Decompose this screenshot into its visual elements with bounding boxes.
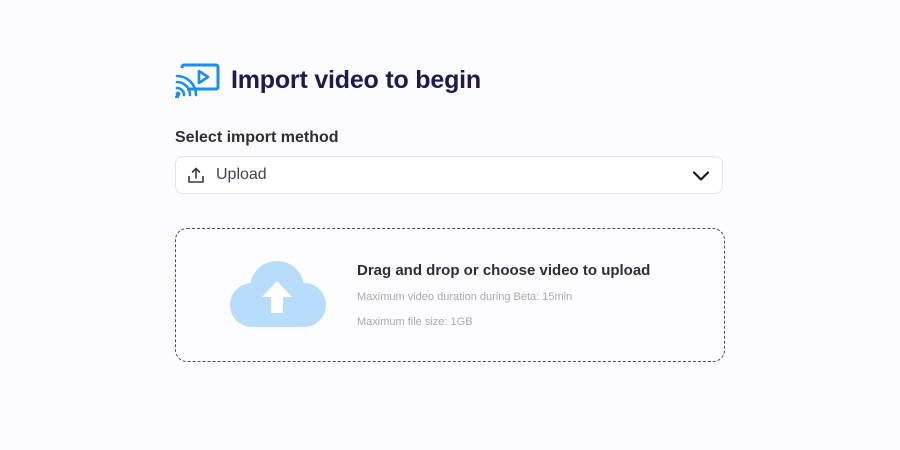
size-limit-note: Maximum file size: 1GB [357, 316, 473, 328]
dropzone-title: Drag and drop or choose video to upload [357, 262, 651, 279]
cast-video-icon [175, 63, 220, 98]
page-title: Import video to begin [231, 65, 481, 94]
upload-icon [188, 167, 204, 183]
chevron-down-icon [692, 171, 710, 181]
import-method-value: Upload [216, 166, 267, 183]
video-dropzone[interactable]: Drag and drop or choose video to upload … [175, 228, 725, 362]
page-header: Import video to begin [175, 62, 481, 98]
import-method-select[interactable]: Upload [175, 156, 723, 194]
import-method-label: Select import method [175, 129, 339, 146]
duration-limit-note: Maximum video duration during Beta: 15mi… [357, 291, 573, 303]
cloud-upload-icon [230, 261, 326, 327]
